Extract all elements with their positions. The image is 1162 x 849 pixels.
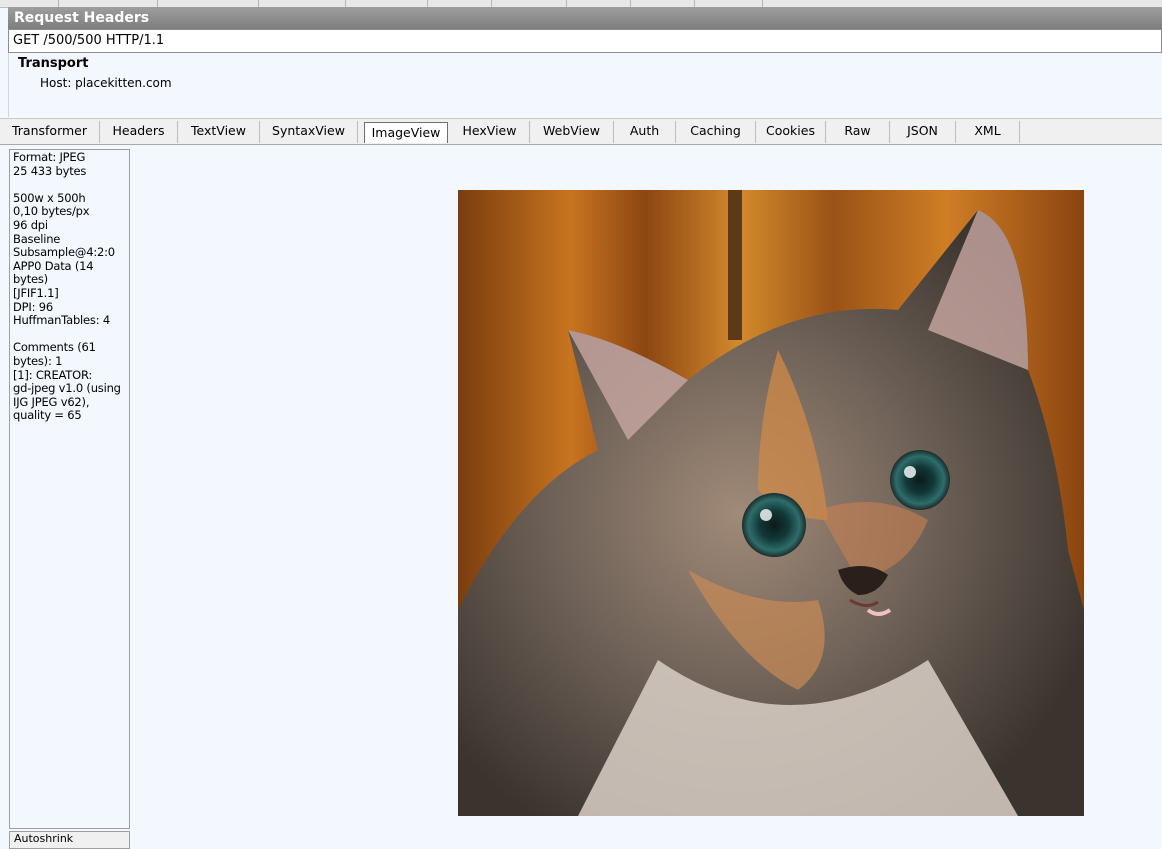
- image-info-line: DPI: 96: [13, 299, 53, 314]
- image-info-line: bytes): 1: [13, 354, 63, 368]
- image-info-line: HuffmanTables: 4: [13, 313, 110, 328]
- image-info-panel[interactable]: Format: JPEG 25 433 bytes 500w x 500h 0,10 …: [9, 149, 130, 829]
- tab-cookies[interactable]: Cookies: [756, 121, 826, 143]
- image-info-line: gd-jpeg v1.0 (using: [13, 381, 121, 396]
- request-line[interactable]: GET /500/500 HTTP/1.1: [8, 29, 1162, 53]
- tab-headers[interactable]: Headers: [100, 121, 178, 143]
- tab-hexview[interactable]: HexView: [450, 121, 530, 143]
- tab-syntaxview[interactable]: SyntaxView: [260, 121, 358, 143]
- image-info-line: Subsample@4:2:0: [13, 245, 115, 260]
- image-info-line: 25 433 bytes: [13, 163, 87, 178]
- tab-auth[interactable]: Auth: [614, 121, 676, 143]
- image-info-line: quality = 65: [13, 408, 82, 423]
- tab-webview[interactable]: WebView: [530, 121, 614, 143]
- tab-caching[interactable]: Caching: [676, 121, 756, 143]
- image-info-line: 96 dpi: [13, 218, 48, 232]
- request-headers-title: Request Headers: [8, 7, 1162, 29]
- image-info-line: [1]: CREATOR:: [13, 367, 93, 382]
- tab-raw[interactable]: Raw: [826, 121, 890, 143]
- image-info-line: Baseline: [13, 231, 61, 246]
- tab-textview[interactable]: TextView: [178, 121, 260, 143]
- image-info-line: bytes): [13, 272, 48, 287]
- tab-json[interactable]: JSON: [890, 121, 956, 143]
- request-headers-body: [8, 53, 1162, 117]
- tab-xml[interactable]: XML: [956, 121, 1020, 143]
- image-info-line: IJG JPEG v62),: [13, 394, 90, 409]
- tab-imageview[interactable]: ImageView: [364, 122, 448, 143]
- kitten-image: [458, 190, 1084, 816]
- image-info-line: 0,10 bytes/px: [13, 204, 90, 219]
- image-info-line: Format: JPEG: [13, 150, 86, 164]
- image-info-line: 500w x 500h: [13, 190, 86, 205]
- image-info-line: APP0 Data (14: [13, 258, 94, 273]
- autoshrink-dropdown[interactable]: Autoshrink: [9, 831, 130, 849]
- image-info-line: Comments (61: [13, 340, 96, 355]
- inspector-tab-bar: Transformer Headers TextView SyntaxView Imag…: [0, 118, 1162, 145]
- transport-section-label[interactable]: Transport: [18, 56, 88, 71]
- tab-transformer[interactable]: Transformer: [0, 121, 100, 143]
- image-info-line: [JFIF1.1]: [13, 286, 59, 300]
- host-header[interactable]: Host: placekitten.com: [40, 76, 172, 90]
